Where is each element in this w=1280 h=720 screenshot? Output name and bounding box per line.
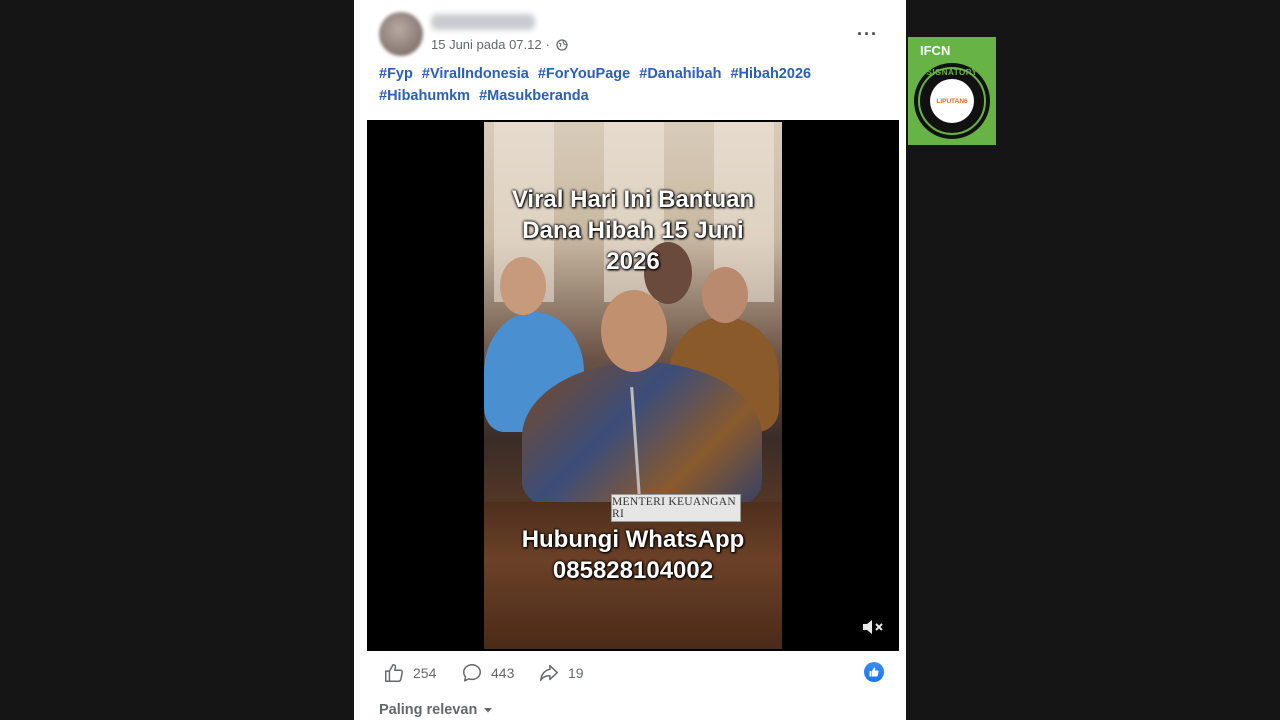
caption-line: 085828104002 (552, 557, 714, 584)
speaker-body (522, 362, 762, 512)
comment-sort-label: Paling relevan (379, 702, 478, 718)
caption-line: Viral Hari Ini Bantuan (511, 186, 755, 213)
ifcn-brand: IFCN (920, 43, 951, 58)
ifcn-logo: IFCN (920, 43, 950, 58)
ifcn-signatory-badge: IFCN SIGNATORY LIPUTAN6 (908, 37, 996, 145)
globe-icon (556, 38, 568, 51)
caption-line: Dana Hibah 15 Juni (522, 217, 744, 244)
comment-sort-dropdown[interactable]: Paling relevan (379, 702, 493, 718)
reaction-bar: 254 443 19 (354, 660, 906, 686)
comment-icon (463, 664, 481, 682)
author-name-blurred[interactable] (431, 14, 535, 30)
hashtag-link[interactable]: #Danahibah (639, 66, 721, 82)
caption-line: Hubungi WhatsApp (521, 526, 745, 553)
share-button[interactable]: 19 (538, 662, 584, 684)
like-button[interactable]: 254 (383, 662, 436, 684)
post-timestamp[interactable]: 15 Juni pada 07.12 (431, 37, 542, 52)
share-icon (540, 664, 558, 682)
speaker-head (601, 290, 667, 372)
nameplate: MENTERI KEUANGAN RI (611, 494, 741, 522)
comment-count: 443 (491, 665, 515, 681)
video-player[interactable]: MENTERI KEUANGAN RI Viral Hari Ini Bantu… (367, 120, 899, 651)
hashtag-link[interactable]: #Hibah2026 (730, 66, 811, 82)
video-frame: MENTERI KEUANGAN RI Viral Hari Ini Bantu… (484, 122, 782, 649)
share-count: 19 (568, 665, 584, 681)
more-options-button[interactable]: ··· (857, 24, 878, 45)
hashtag-link[interactable]: #Fyp (379, 66, 413, 82)
signatory-seal: SIGNATORY LIPUTAN6 (914, 63, 990, 139)
hashtag-link[interactable]: #Hibahumkm (379, 88, 470, 104)
hashtag-link[interactable]: #Masukberanda (479, 88, 589, 104)
like-count: 254 (413, 665, 437, 681)
chevron-down-icon (484, 708, 493, 713)
hashtag-link[interactable]: #ViralIndonesia (422, 66, 529, 82)
meta-separator: · (545, 37, 550, 52)
like-reaction-icon (869, 667, 879, 677)
caption-line: 2026 (606, 248, 660, 275)
seal-word: SIGNATORY (926, 68, 978, 77)
facebook-post: 15 Juni pada 07.12 · ··· #Fyp #ViralIndo… (354, 0, 906, 720)
like-reaction-badge[interactable] (864, 662, 884, 682)
post-meta: 15 Juni pada 07.12 · (431, 37, 568, 52)
post-hashtags: #Fyp #ViralIndonesia #ForYouPage #Danahi… (379, 64, 879, 107)
mute-icon[interactable] (861, 617, 885, 637)
hashtag-link[interactable]: #ForYouPage (538, 66, 630, 82)
seal-ring (918, 67, 986, 135)
author-avatar[interactable] (379, 12, 423, 56)
video-caption-bottom: Hubungi WhatsApp 085828104002 (484, 524, 782, 586)
video-caption-top: Viral Hari Ini Bantuan Dana Hibah 15 Jun… (484, 184, 782, 277)
comment-button[interactable]: 443 (461, 662, 514, 684)
thumbs-up-icon (385, 664, 404, 682)
